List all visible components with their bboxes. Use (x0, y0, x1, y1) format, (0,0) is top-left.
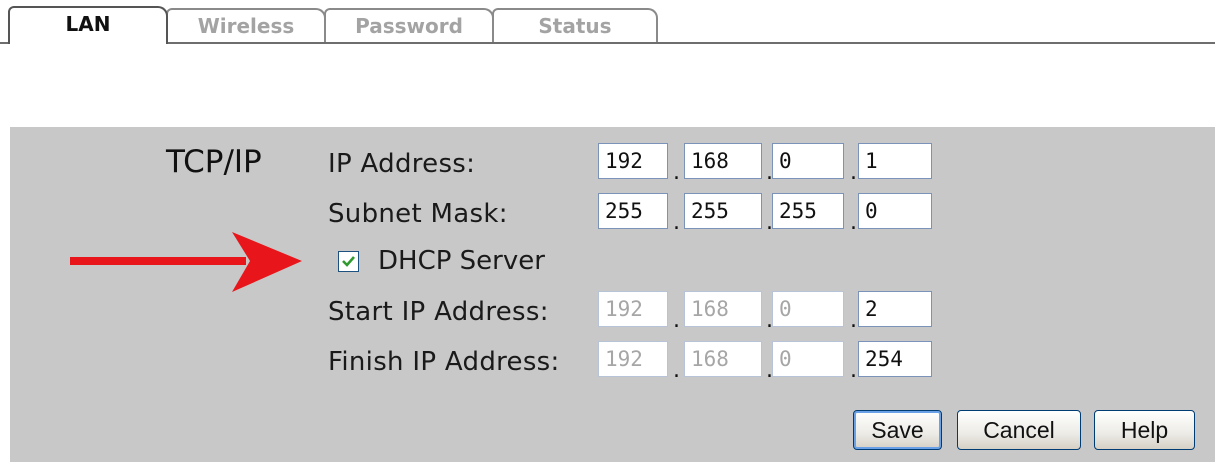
ip-address-label: IP Address: (328, 149, 476, 179)
octet-separator: . (850, 308, 857, 333)
ip-address-octet-3[interactable] (772, 143, 844, 179)
start-ip-octet-2 (684, 291, 762, 327)
subnet-mask-octet-3[interactable] (772, 193, 844, 229)
tab-bar: LAN Wireless Password Status (0, 0, 1215, 46)
octet-separator: . (673, 210, 680, 235)
start-ip-octet-4[interactable] (858, 291, 932, 327)
tab-wireless[interactable]: Wireless (166, 8, 326, 42)
ip-address-octet-1[interactable] (598, 143, 668, 179)
cancel-button[interactable]: Cancel (957, 410, 1081, 450)
save-button[interactable]: Save (853, 410, 942, 450)
subnet-mask-octet-1[interactable] (598, 193, 668, 229)
octet-separator: . (850, 358, 857, 383)
finish-ip-octet-2 (684, 341, 762, 377)
section-title-tcpip: TCP/IP (166, 144, 262, 180)
dhcp-server-checkbox[interactable] (338, 251, 359, 272)
dhcp-server-label: DHCP Server (378, 246, 545, 276)
finish-ip-address-label: Finish IP Address: (328, 347, 560, 377)
octet-separator: . (673, 358, 680, 383)
tab-lan[interactable]: LAN (8, 6, 168, 44)
red-right-arrow-icon (70, 232, 302, 292)
tab-baseline (0, 42, 1215, 44)
octet-separator: . (673, 308, 680, 333)
subnet-mask-octet-2[interactable] (684, 193, 762, 229)
tab-status[interactable]: Status (492, 8, 658, 42)
finish-ip-octet-4[interactable] (858, 341, 932, 377)
subnet-mask-octet-4[interactable] (858, 193, 932, 229)
octet-separator: . (673, 160, 680, 185)
start-ip-address-label: Start IP Address: (328, 297, 549, 327)
help-button[interactable]: Help (1094, 410, 1195, 450)
start-ip-octet-1 (598, 291, 668, 327)
octet-separator: . (850, 210, 857, 235)
octet-separator: . (850, 160, 857, 185)
finish-ip-octet-1 (598, 341, 668, 377)
subnet-mask-label: Subnet Mask: (328, 199, 508, 229)
ip-address-octet-4[interactable] (858, 143, 932, 179)
ip-address-octet-2[interactable] (684, 143, 762, 179)
checkmark-icon (342, 256, 355, 267)
start-ip-octet-3 (772, 291, 844, 327)
finish-ip-octet-3 (772, 341, 844, 377)
tab-password[interactable]: Password (324, 8, 494, 42)
